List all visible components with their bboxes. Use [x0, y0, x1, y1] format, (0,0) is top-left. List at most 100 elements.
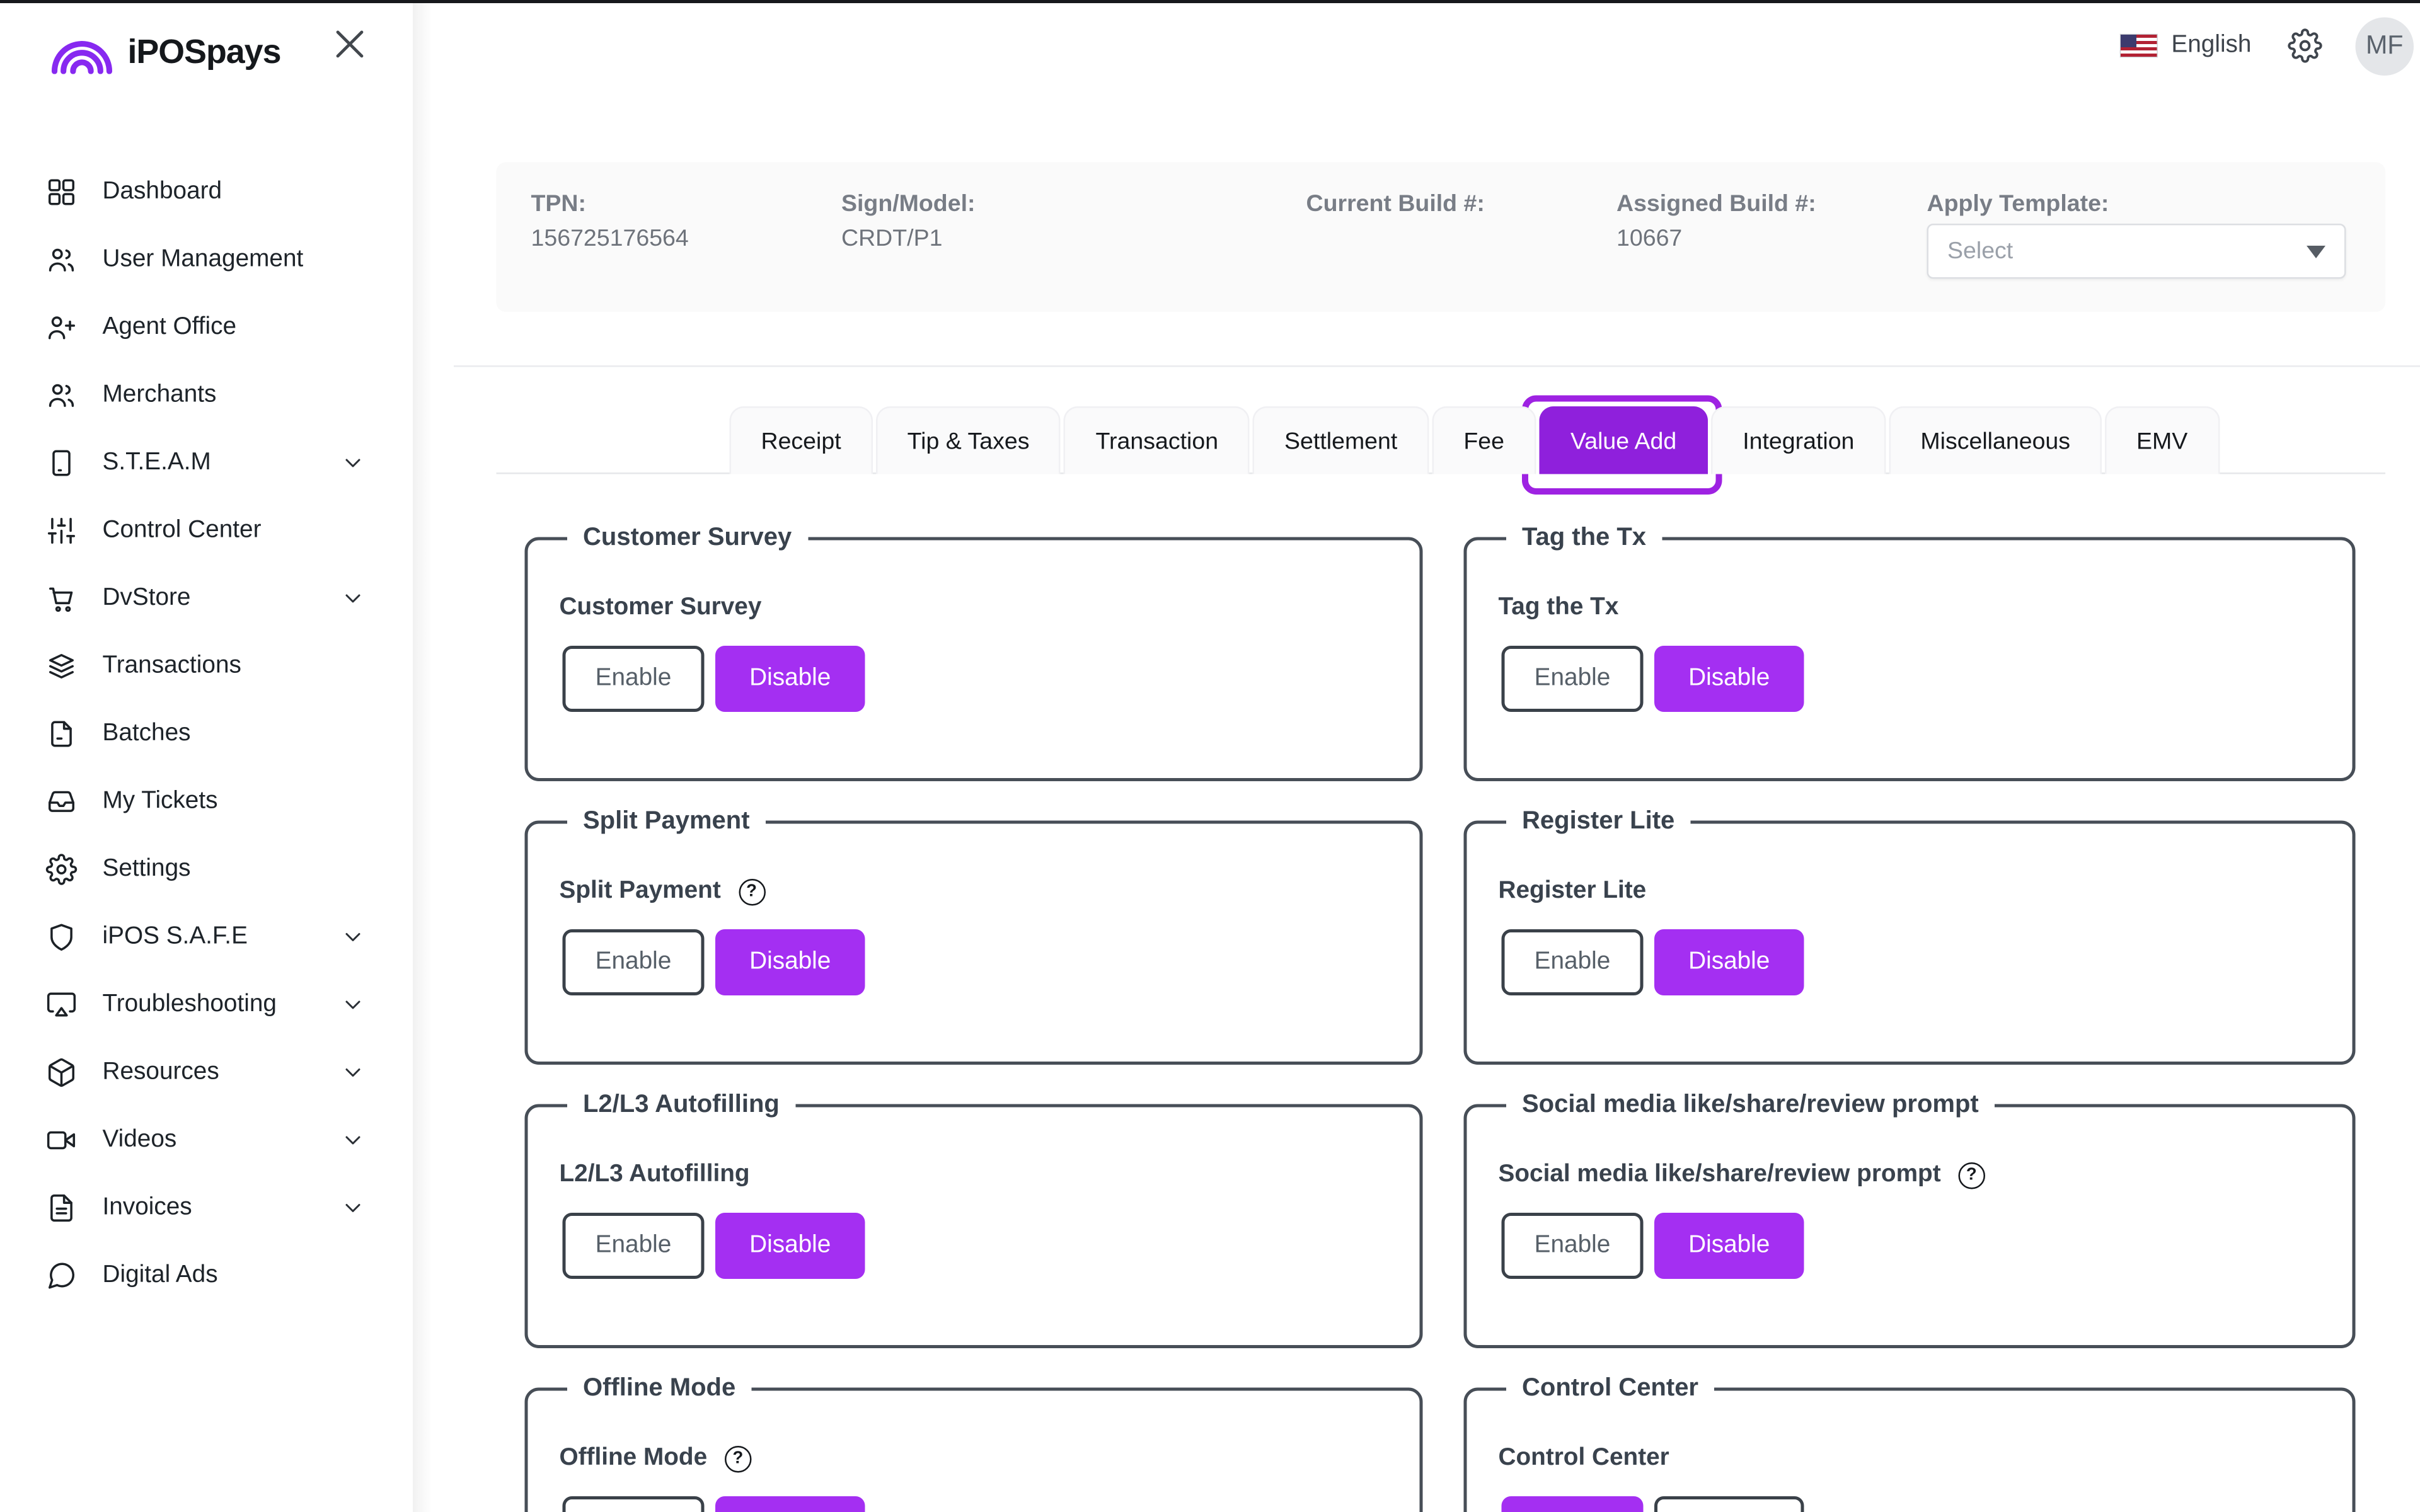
- header-divider: [454, 365, 2420, 367]
- sidebar: iPOSpays Dashboard User Management Agent…: [0, 0, 413, 1512]
- enable-button[interactable]: Enable: [563, 929, 705, 995]
- disable-button[interactable]: Disable: [1654, 1496, 1804, 1512]
- sidebar-item-agent-office[interactable]: Agent Office: [0, 293, 413, 361]
- help-icon[interactable]: ?: [738, 878, 765, 905]
- apply-template-select[interactable]: Select: [1927, 224, 2346, 279]
- screen-share-icon: [46, 988, 78, 1020]
- user-plus-icon: [46, 311, 78, 343]
- sidebar-item-dashboard[interactable]: Dashboard: [0, 158, 413, 226]
- layers-icon: [46, 650, 78, 681]
- sidebar-item-batches[interactable]: Batches: [0, 699, 413, 767]
- tab-transaction[interactable]: Transaction: [1064, 406, 1250, 474]
- panel-customer-survey: Customer Survey Customer Survey ? Enable…: [525, 525, 1423, 782]
- tab-tip-taxes[interactable]: Tip & Taxes: [876, 406, 1061, 474]
- settings-tabs: Receipt Tip & Taxes Transaction Settleme…: [730, 406, 2220, 474]
- disable-button[interactable]: Disable: [1654, 1213, 1804, 1279]
- help-icon[interactable]: ?: [725, 1445, 752, 1472]
- terminal-device-icon: [46, 447, 78, 478]
- disable-button[interactable]: Disable: [1654, 929, 1804, 995]
- language-selector[interactable]: English: [2171, 32, 2251, 60]
- sidebar-item-label: My Tickets: [103, 787, 218, 815]
- disable-button[interactable]: Disable: [715, 929, 865, 995]
- settings-gear-icon[interactable]: [2288, 28, 2322, 63]
- tab-receipt[interactable]: Receipt: [730, 406, 873, 474]
- panel-label: Control Center: [1499, 1445, 1669, 1473]
- enable-button[interactable]: Enable: [1502, 929, 1644, 995]
- panel-legend: Tag the Tx: [1506, 525, 1662, 553]
- sidebar-item-label: Troubleshooting: [103, 990, 277, 1018]
- file-text-icon: [46, 1191, 78, 1223]
- sidebar-item-settings[interactable]: Settings: [0, 835, 413, 903]
- panel-social-media-prompt: Social media like/share/review prompt So…: [1464, 1092, 2356, 1349]
- assigned-build-label: Assigned Build #:: [1616, 191, 1816, 218]
- enable-button[interactable]: Enable: [1502, 646, 1644, 712]
- sidebar-item-resources[interactable]: Resources: [0, 1038, 413, 1106]
- tab-integration[interactable]: Integration: [1711, 406, 1886, 474]
- sidebar-item-label: Resources: [103, 1058, 219, 1086]
- enable-button[interactable]: Enable: [1502, 1213, 1644, 1279]
- sidebar-item-merchants[interactable]: Merchants: [0, 361, 413, 429]
- panel-legend: L2/L3 Autofilling: [567, 1092, 795, 1120]
- sign-model-label: Sign/Model:: [841, 191, 976, 218]
- chevron-down-icon: [340, 1127, 366, 1152]
- disable-button[interactable]: Disable: [715, 646, 865, 712]
- chevron-down-icon: [340, 585, 366, 610]
- sidebar-item-user-management[interactable]: User Management: [0, 226, 413, 294]
- panel-legend: Social media like/share/review prompt: [1506, 1092, 1995, 1120]
- sidebar-item-transactions[interactable]: Transactions: [0, 632, 413, 700]
- help-icon[interactable]: ?: [1958, 1162, 1985, 1189]
- enable-button[interactable]: Enable: [563, 646, 705, 712]
- gear-icon: [46, 853, 78, 885]
- sidebar-item-ipos-safe[interactable]: iPOS S.A.F.E: [0, 903, 413, 971]
- tab-emv[interactable]: EMV: [2105, 406, 2219, 474]
- shield-icon: [46, 920, 78, 952]
- panel-label: Offline Mode: [560, 1445, 708, 1473]
- package-icon: [46, 1056, 78, 1087]
- sidebar-item-steam[interactable]: S.T.E.A.M: [0, 428, 413, 496]
- panel-split-payment: Split Payment Split Payment ? Enable Dis…: [525, 808, 1423, 1065]
- sidebar-item-digital-ads[interactable]: Digital Ads: [0, 1241, 413, 1309]
- chevron-down-icon: [340, 1059, 366, 1084]
- panel-legend: Register Lite: [1506, 808, 1690, 837]
- disable-button[interactable]: Disable: [715, 1496, 865, 1512]
- tab-settlement[interactable]: Settlement: [1253, 406, 1429, 474]
- enable-button[interactable]: Enable: [1502, 1496, 1644, 1512]
- close-icon[interactable]: [330, 24, 371, 65]
- tab-miscellaneous[interactable]: Miscellaneous: [1889, 406, 2102, 474]
- shopping-cart-icon: [46, 582, 78, 614]
- disable-button[interactable]: Disable: [1654, 646, 1804, 712]
- dashboard-icon: [46, 176, 78, 207]
- brand-name: iPOSpays: [128, 33, 281, 73]
- disable-button[interactable]: Disable: [715, 1213, 865, 1279]
- sidebar-item-invoices[interactable]: Invoices: [0, 1174, 413, 1242]
- sidebar-item-videos[interactable]: Videos: [0, 1106, 413, 1174]
- sidebar-menu: Dashboard User Management Agent Office M…: [0, 158, 413, 1309]
- tab-fee[interactable]: Fee: [1432, 406, 1536, 474]
- panel-label: Split Payment: [560, 878, 721, 906]
- sidebar-item-troubleshooting[interactable]: Troubleshooting: [0, 970, 413, 1038]
- current-build-label: Current Build #:: [1306, 191, 1485, 218]
- tab-value-add[interactable]: Value Add: [1539, 406, 1708, 474]
- panel-label: L2/L3 Autofilling: [560, 1161, 750, 1189]
- panel-legend: Customer Survey: [567, 525, 807, 553]
- sidebar-item-label: Digital Ads: [103, 1261, 218, 1289]
- screen: iPOSpays Dashboard User Management Agent…: [0, 0, 2420, 1512]
- panel-legend: Split Payment: [567, 808, 766, 837]
- video-camera-icon: [46, 1124, 78, 1155]
- enable-button[interactable]: Enable: [563, 1213, 705, 1279]
- rainbow-logo-icon: [50, 32, 113, 74]
- avatar[interactable]: MF: [2356, 16, 2414, 75]
- panel-legend: Control Center: [1506, 1375, 1714, 1404]
- panel-l2-l3-autofilling: L2/L3 Autofilling L2/L3 Autofilling ? En…: [525, 1092, 1423, 1349]
- sidebar-item-dvstore[interactable]: DvStore: [0, 564, 413, 632]
- enable-button[interactable]: Enable: [563, 1496, 705, 1512]
- sidebar-item-label: Transactions: [103, 651, 241, 680]
- top-border-line: [0, 0, 2420, 3]
- sidebar-item-my-tickets[interactable]: My Tickets: [0, 767, 413, 835]
- sidebar-item-label: Control Center: [103, 516, 262, 544]
- device-info-card: TPN: 156725176564 Sign/Model: CRDT/P1 Cu…: [497, 163, 2386, 312]
- sidebar-item-label: User Management: [103, 245, 304, 273]
- sidebar-item-control-center[interactable]: Control Center: [0, 496, 413, 564]
- panel-control-center: Control Center Control Center ? Enable D…: [1464, 1375, 2356, 1512]
- brand-logo[interactable]: iPOSpays: [50, 32, 280, 74]
